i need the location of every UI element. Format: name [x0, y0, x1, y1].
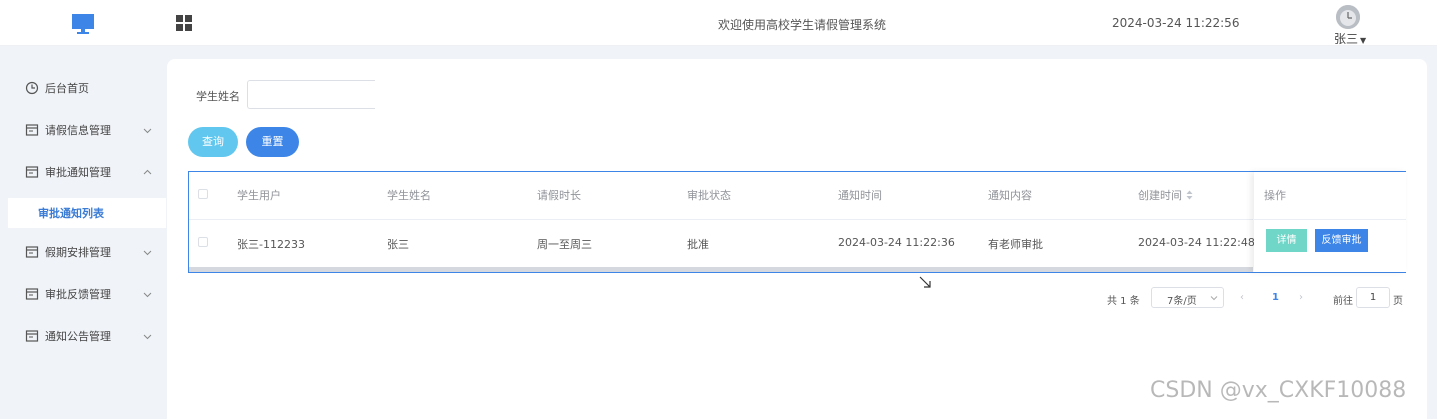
caret-down-icon: ▼ [1360, 36, 1367, 45]
chevron-down-icon [143, 250, 152, 255]
current-page[interactable]: 1 [1272, 292, 1279, 312]
row-divider [1254, 219, 1406, 220]
actions-column: 操作 详情 反馈审批 [1254, 172, 1406, 272]
goto-page-input[interactable] [1356, 287, 1390, 308]
cell-student-name: 张三 [387, 238, 409, 251]
next-page-icon[interactable]: › [1299, 292, 1303, 312]
prev-page-icon[interactable]: ‹ [1240, 292, 1244, 312]
sidebar-item-label: 审批反馈管理 [45, 288, 111, 301]
chevron-down-icon [143, 292, 152, 297]
window-icon [25, 246, 39, 258]
sidebar-subitem-approval-notice-list[interactable]: 审批通知列表 [8, 198, 166, 228]
page-size-select[interactable]: 7条/页 [1151, 287, 1224, 308]
sidebar-item-announcement[interactable]: 通知公告管理 [0, 316, 166, 356]
goto-label: 前往 [1333, 296, 1353, 307]
monitor-icon[interactable] [71, 12, 95, 36]
cell-approval-status: 批准 [687, 238, 709, 251]
watermark: CSDN @vx_CXKF10088 [1150, 378, 1407, 403]
user-menu[interactable]: 张三 ▼ [1334, 30, 1366, 47]
sidebar-item-approval-notice[interactable]: 审批通知管理 [0, 152, 166, 192]
data-table: 学生用户 学生姓名 请假时长 审批状态 通知时间 通知内容 创建时间 张三-11… [188, 171, 1406, 273]
cell-notify-content: 有老师审批 [988, 238, 1043, 251]
sidebar-item-label: 请假信息管理 [45, 124, 111, 137]
chevron-up-icon [143, 169, 152, 174]
row-divider [189, 219, 1253, 220]
mouse-cursor-icon [919, 276, 931, 288]
sidebar-item-label: 通知公告管理 [45, 330, 111, 343]
grid-icon[interactable] [176, 15, 192, 31]
page-suffix-label: 页 [1393, 296, 1403, 307]
window-icon [25, 288, 39, 300]
clock-icon [25, 81, 39, 95]
window-icon [25, 330, 39, 342]
app-title: 欢迎使用高校学生请假管理系统 [718, 18, 887, 32]
column-header: 审批状态 [687, 189, 731, 202]
reset-button[interactable]: 重置 [246, 127, 299, 157]
column-header: 学生姓名 [387, 189, 431, 202]
select-all-checkbox[interactable] [198, 189, 208, 199]
column-header-sortable[interactable]: 创建时间 [1138, 187, 1193, 203]
page-size-value: 7条/页 [1167, 296, 1197, 307]
feedback-approval-button[interactable]: 反馈审批 [1315, 229, 1368, 252]
cell-leave-duration: 周一至周三 [537, 238, 592, 251]
chevron-down-icon [143, 128, 152, 133]
sidebar-item-dashboard[interactable]: 后台首页 [0, 68, 166, 108]
column-header: 学生用户 [237, 189, 281, 202]
avatar[interactable] [1336, 5, 1360, 29]
avatar-image [1336, 5, 1360, 29]
cell-notify-time: 2024-03-24 11:22:36 [838, 236, 955, 249]
window-icon [25, 124, 39, 136]
sidebar-item-label: 审批通知管理 [45, 166, 111, 179]
column-header: 请假时长 [537, 189, 581, 202]
sidebar-subitem-label: 审批通知列表 [38, 207, 104, 220]
column-header: 通知时间 [838, 189, 882, 202]
sidebar-item-holiday[interactable]: 假期安排管理 [0, 232, 166, 272]
sidebar: 后台首页 请假信息管理 审批通知管理 审批通知列表 假期安排管理 审批反馈管理 … [0, 47, 166, 419]
chevron-down-icon [1210, 296, 1218, 301]
cell-created-time: 2024-03-24 11:22:48 [1138, 236, 1255, 249]
sidebar-item-leave-info[interactable]: 请假信息管理 [0, 110, 166, 150]
sidebar-item-label: 后台首页 [45, 82, 89, 95]
column-header: 操作 [1264, 189, 1286, 202]
username-label: 张三 [1334, 32, 1359, 46]
query-button[interactable]: 查询 [188, 127, 238, 157]
student-name-input[interactable] [247, 80, 375, 109]
row-checkbox[interactable] [198, 237, 208, 247]
sort-icon[interactable] [1186, 190, 1193, 200]
chevron-down-icon [143, 334, 152, 339]
column-header: 通知内容 [988, 189, 1032, 202]
top-header: 欢迎使用高校学生请假管理系统 2024-03-24 11:22:56 张三 ▼ [0, 0, 1437, 46]
cell-student-user: 张三-112233 [237, 238, 305, 251]
pagination-total: 共 1 条 [1107, 296, 1140, 307]
student-name-label: 学生姓名 [196, 90, 240, 103]
horizontal-scrollbar[interactable] [189, 267, 1253, 272]
window-icon [25, 166, 39, 178]
detail-button[interactable]: 详情 [1266, 229, 1307, 252]
sidebar-item-label: 假期安排管理 [45, 246, 111, 259]
sidebar-item-approval-feedback[interactable]: 审批反馈管理 [0, 274, 166, 314]
column-header-label: 创建时间 [1138, 189, 1182, 202]
header-datetime: 2024-03-24 11:22:56 [1112, 16, 1240, 30]
